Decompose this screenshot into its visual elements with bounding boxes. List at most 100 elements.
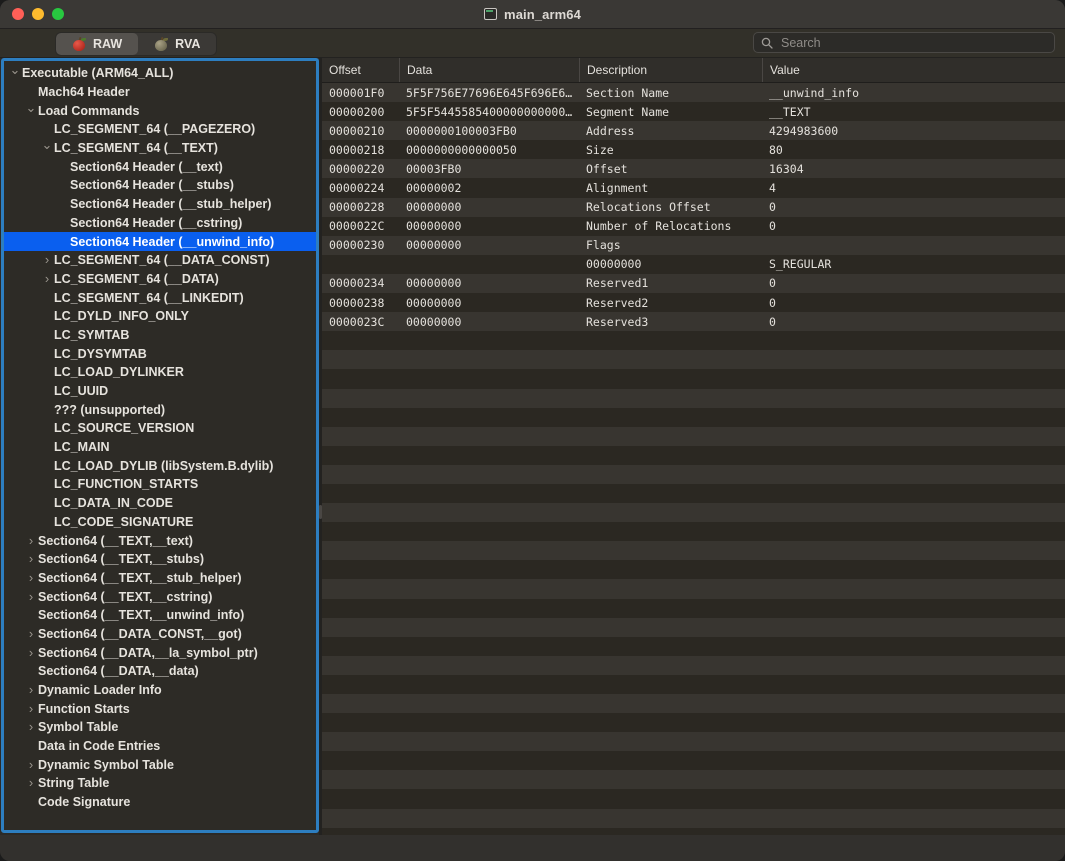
table-row[interactable]: 00000238 00000000 Reserved2 0 [322,293,1065,313]
tree-item[interactable]: Function Starts [4,699,316,718]
tree-item[interactable]: LC_SEGMENT_64 (__LINKEDIT) [4,288,316,307]
tree-item[interactable]: Section64 (__TEXT,__stubs) [4,550,316,569]
tree-item[interactable]: Dynamic Symbol Table [4,755,316,774]
tree-item[interactable]: Code Signature [4,793,316,812]
table-body[interactable]: 000001F0 5F5F756E77696E645F696E6… Section … [322,83,1065,835]
tree-item[interactable]: Section64 Header (__stubs) [4,176,316,195]
table-row-empty[interactable] [322,674,1065,694]
chevron-down-icon[interactable] [8,66,22,80]
table-row[interactable]: 00000234 00000000 Reserved1 0 [322,273,1065,294]
table-row-empty[interactable] [322,503,1065,523]
column-header[interactable]: Description [579,58,762,82]
tree-item[interactable]: Section64 Header (__stub_helper) [4,195,316,214]
chevron-right-icon[interactable] [40,272,54,286]
table-row-empty[interactable] [322,350,1065,370]
table-row-empty[interactable] [322,560,1065,580]
tree-item[interactable]: LC_DATA_IN_CODE [4,494,316,513]
tree-item[interactable]: LC_UUID [4,382,316,401]
tree-item[interactable]: Section64 Header (__unwind_info) [4,232,316,251]
tree-item[interactable]: LC_SOURCE_VERSION [4,419,316,438]
table-row-empty[interactable] [322,598,1065,618]
table-row-empty[interactable] [322,388,1065,408]
table-row[interactable]: 000001F0 5F5F756E77696E645F696E6… Section … [322,83,1065,103]
chevron-right-icon[interactable] [24,552,38,566]
table-row[interactable]: 00000218 0000000000000050 Size 80 [322,140,1065,160]
tree-item[interactable]: Executable (ARM64_ALL) [4,64,316,83]
table-row-empty[interactable] [322,636,1065,656]
tree-item[interactable]: Section64 (__DATA,__la_symbol_ptr) [4,643,316,662]
table-row-empty[interactable] [322,617,1065,637]
tree-item[interactable]: LC_LOAD_DYLIB (libSystem.B.dylib) [4,456,316,475]
tree-item[interactable]: String Table [4,774,316,793]
tree-item[interactable]: ??? (unsupported) [4,400,316,419]
table-row-empty[interactable] [322,522,1065,542]
table-row-empty[interactable] [322,369,1065,389]
table-row-empty[interactable] [322,331,1065,351]
table-row-empty[interactable] [322,751,1065,771]
table-row-empty[interactable] [322,541,1065,561]
table-row-empty[interactable] [322,808,1065,828]
table-row-empty[interactable] [322,579,1065,599]
tree-item[interactable]: LC_SEGMENT_64 (__DATA) [4,270,316,289]
tab-rva[interactable]: RVA [138,33,216,55]
chevron-down-icon[interactable] [24,104,38,118]
tree-item[interactable]: Section64 (__DATA,__data) [4,662,316,681]
search-input[interactable] [779,34,1047,51]
chevron-right-icon[interactable] [24,683,38,697]
table-row[interactable]: 00000224 00000002 Alignment 4 [322,178,1065,198]
minimize-button[interactable] [32,8,44,20]
panel-splitter[interactable] [319,58,322,835]
table-row[interactable]: 00000210 0000000100003FB0 Address 429498360… [322,121,1065,141]
close-button[interactable] [12,8,24,20]
tree-item[interactable]: Section64 (__TEXT,__text) [4,531,316,550]
tree-item[interactable]: LC_SEGMENT_64 (__TEXT) [4,139,316,158]
structure-tree[interactable]: Executable (ARM64_ALL) Mach64 Header Load … [4,61,316,830]
table-row[interactable]: 0000022C 00000000 Number of Relocations 0 [322,216,1065,236]
table-row-empty[interactable] [322,426,1065,446]
chevron-right-icon[interactable] [24,571,38,585]
table-row-empty[interactable] [322,694,1065,714]
splitter-handle[interactable] [319,505,322,519]
tree-item[interactable]: Dynamic Loader Info [4,681,316,700]
table-row[interactable]: 00000200 5F5F5445585400000000000… Segment … [322,102,1065,122]
table-row[interactable]: 00000230 00000000 Flags [322,235,1065,255]
tree-item[interactable]: Section64 Header (__cstring) [4,214,316,233]
tree-item[interactable]: Mach64 Header [4,83,316,102]
tree-item[interactable]: LC_DYSYMTAB [4,344,316,363]
chevron-right-icon[interactable] [24,534,38,548]
tab-raw[interactable]: RAW [56,33,139,55]
chevron-right-icon[interactable] [24,702,38,716]
chevron-right-icon[interactable] [40,253,54,267]
tree-item[interactable]: Symbol Table [4,718,316,737]
tree-item[interactable]: LC_LOAD_DYLINKER [4,363,316,382]
tree-item[interactable]: LC_DYLD_INFO_ONLY [4,307,316,326]
tree-item[interactable]: Load Commands [4,101,316,120]
tree-item[interactable]: Section64 (__TEXT,__cstring) [4,587,316,606]
column-header[interactable]: Offset [322,58,399,82]
table-row-empty[interactable] [322,713,1065,733]
tree-item[interactable]: LC_SEGMENT_64 (__DATA_CONST) [4,251,316,270]
chevron-down-icon[interactable] [40,141,54,155]
tree-item[interactable]: Data in Code Entries [4,737,316,756]
tree-item[interactable]: LC_MAIN [4,438,316,457]
column-header[interactable]: Data [399,58,579,82]
tree-item[interactable]: LC_CODE_SIGNATURE [4,513,316,532]
tree-item[interactable]: LC_SEGMENT_64 (__PAGEZERO) [4,120,316,139]
column-header[interactable]: Value [762,58,1065,82]
table-row[interactable]: 00000220 00003FB0 Offset 16304 [322,159,1065,179]
table-row-empty[interactable] [322,770,1065,790]
table-row-empty[interactable] [322,655,1065,675]
tree-item[interactable]: Section64 Header (__text) [4,157,316,176]
search-box[interactable] [753,32,1055,53]
table-row-empty[interactable] [322,483,1065,504]
chevron-right-icon[interactable] [24,590,38,604]
chevron-right-icon[interactable] [24,646,38,660]
table-row-empty[interactable] [322,445,1065,465]
chevron-right-icon[interactable] [24,627,38,641]
tree-item[interactable]: Section64 (__TEXT,__stub_helper) [4,569,316,588]
table-row-empty[interactable] [322,407,1065,427]
table-row-empty[interactable] [322,464,1065,484]
tree-item[interactable]: LC_SYMTAB [4,326,316,345]
tree-item[interactable]: Section64 (__TEXT,__unwind_info) [4,606,316,625]
table-row-empty[interactable] [322,789,1065,809]
